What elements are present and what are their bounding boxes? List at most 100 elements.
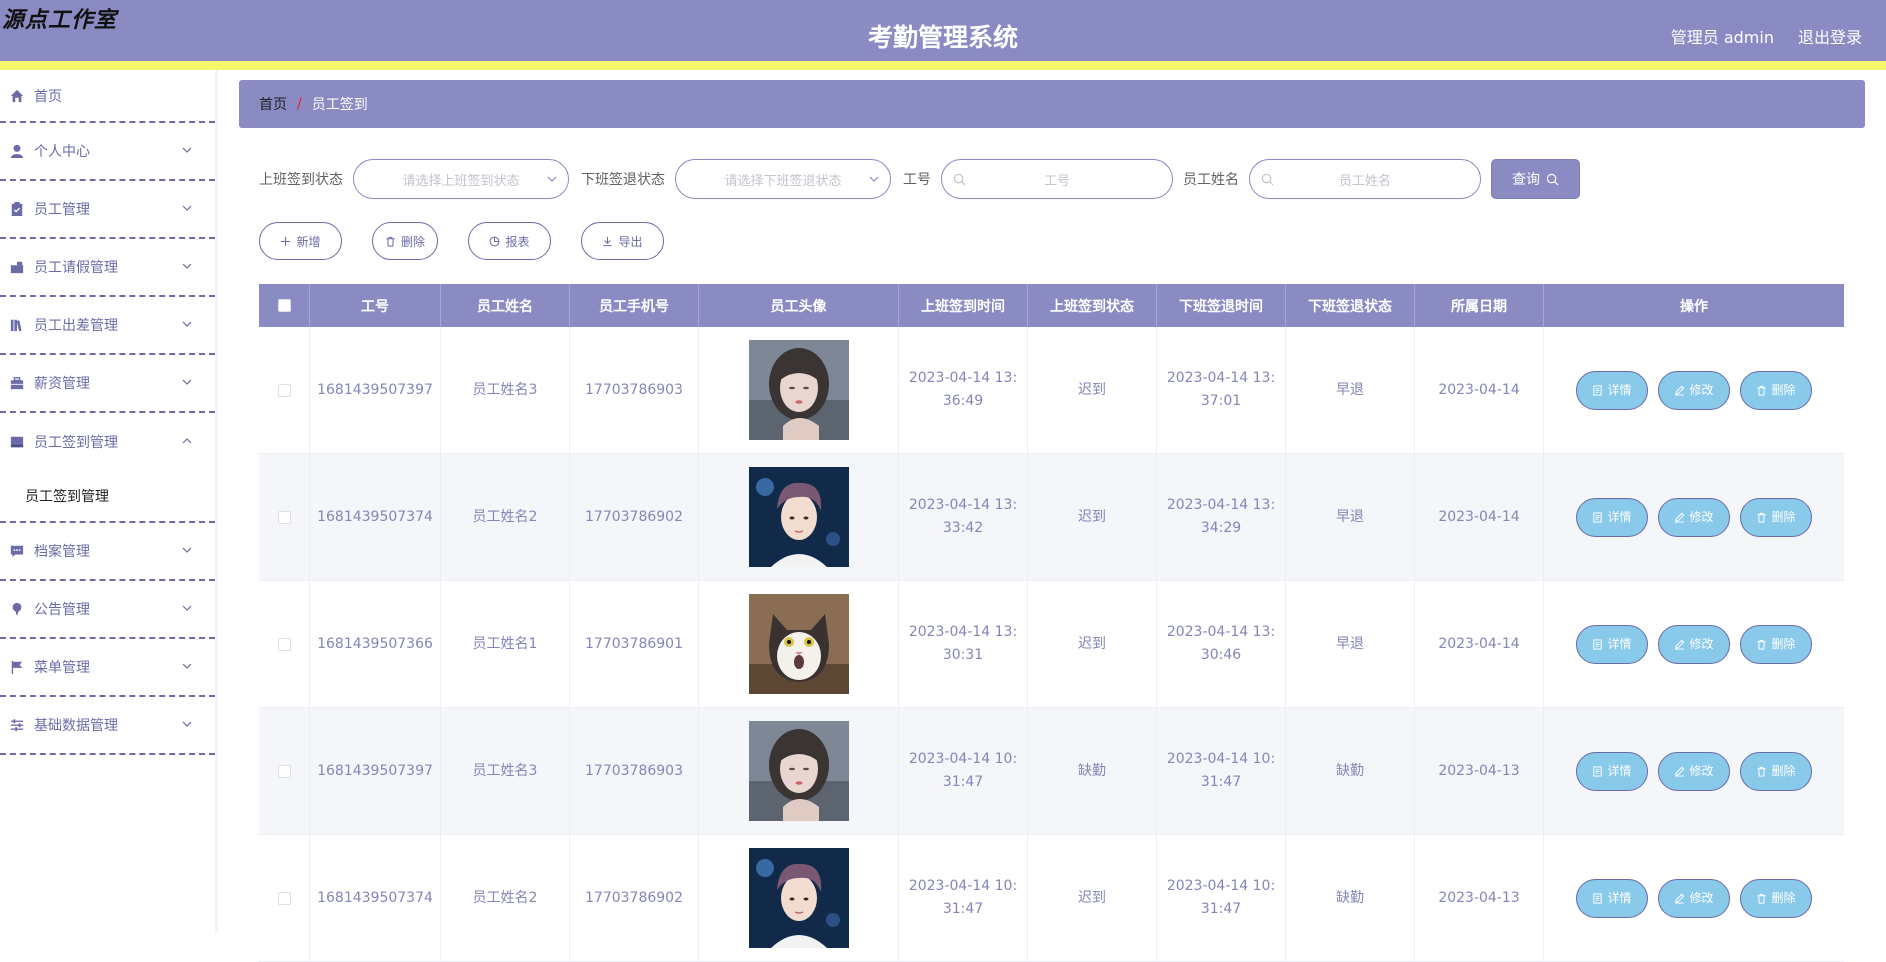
row-delete-button[interactable]: 删除 [1740, 751, 1812, 791]
sidebar-item-label: 员工签到管理 [34, 435, 118, 451]
name-input[interactable]: 员工姓名 [1249, 159, 1481, 199]
avatar-boy[interactable] [748, 467, 849, 567]
column-header[interactable]: 员工头像 [699, 284, 899, 327]
table-row: 1681439507397 员工姓名3 17703786903 2023-04-… [259, 708, 1844, 835]
add-button[interactable]: 新增 [259, 222, 342, 260]
detail-button[interactable]: 详情 [1576, 878, 1648, 918]
avatar-girl[interactable] [748, 721, 849, 821]
column-header[interactable]: 所属日期 [1415, 284, 1544, 327]
chevron-down-icon [181, 376, 193, 388]
cell-operations: 详情 修改 删除 [1544, 454, 1844, 580]
out-time-line: 2023-04-14 13: [1166, 624, 1276, 640]
row-checkbox[interactable] [277, 637, 291, 651]
row-delete-button[interactable]: 删除 [1740, 497, 1812, 537]
home-icon [10, 89, 24, 103]
sidebar-item-salary[interactable]: 薪资管理 [0, 355, 215, 413]
column-header[interactable]: 工号 [310, 284, 441, 327]
edit-button-label: 修改 [1689, 890, 1714, 905]
sidebar-item-menu[interactable]: 菜单管理 [0, 639, 215, 697]
row-checkbox[interactable] [277, 891, 291, 905]
row-delete-button[interactable]: 删除 [1740, 878, 1812, 918]
cell-avatar [699, 708, 899, 834]
row-delete-button[interactable]: 删除 [1740, 624, 1812, 664]
sidebar-item-basedata[interactable]: 基础数据管理 [0, 697, 215, 755]
cell-empno: 1681439507374 [310, 454, 441, 580]
detail-button[interactable]: 详情 [1576, 751, 1648, 791]
detail-button[interactable]: 详情 [1576, 624, 1648, 664]
avatar-boy[interactable] [748, 848, 849, 948]
download-icon [603, 236, 613, 246]
row-checkbox[interactable] [277, 383, 291, 397]
user-label[interactable]: 管理员 admin [1671, 24, 1774, 48]
column-header[interactable]: 员工手机号 [570, 284, 699, 327]
sidebar-item-label: 基础数据管理 [34, 718, 118, 734]
edit-button[interactable]: 修改 [1658, 751, 1730, 791]
sidebar-item-leave[interactable]: 员工请假管理 [0, 239, 215, 297]
sidebar-item-signin[interactable]: 员工签到管理 [0, 413, 215, 471]
breadcrumb-current: 员工签到 [311, 97, 368, 113]
pencil-icon [1675, 639, 1685, 650]
chevron-down-icon [181, 144, 193, 156]
chevron-down-icon [547, 176, 557, 182]
row-delete-button[interactable]: 删除 [1740, 370, 1812, 410]
cell-in-time: 2023-04-14 13: 36:49 [899, 327, 1028, 453]
column-header[interactable]: 上班签到时间 [899, 284, 1028, 327]
empno-input[interactable]: 工号 [941, 159, 1173, 199]
clipboard-icon [10, 202, 24, 216]
inbox-icon [10, 435, 24, 449]
name-label: 员工姓名 [1183, 172, 1239, 188]
column-header[interactable]: 下班签退状态 [1286, 284, 1415, 327]
report-button[interactable]: 报表 [468, 222, 551, 260]
out-status-select[interactable]: 请选择下班签退状态 [675, 159, 891, 199]
column-header[interactable]: 员工姓名 [441, 284, 570, 327]
cell-phone: 17703786901 [570, 581, 699, 707]
sidebar-divider [215, 70, 218, 933]
cell-phone: 17703786902 [570, 454, 699, 580]
sidebar-item-archive[interactable]: 档案管理 [0, 523, 215, 581]
cell-operations: 详情 修改 删除 [1544, 327, 1844, 453]
trash-icon [386, 236, 395, 247]
avatar-cat[interactable] [748, 594, 849, 694]
briefcase-icon [10, 260, 24, 274]
edit-button[interactable]: 修改 [1658, 624, 1730, 664]
sidebar-item-employee[interactable]: 员工管理 [0, 181, 215, 239]
logout-button[interactable]: 退出登录 [1798, 24, 1862, 48]
edit-button[interactable]: 修改 [1658, 497, 1730, 537]
detail-button[interactable]: 详情 [1576, 497, 1648, 537]
sidebar-item-profile[interactable]: 个人中心 [0, 123, 215, 181]
cell-name: 员工姓名2 [441, 454, 570, 580]
chevron-down-icon [181, 660, 193, 672]
table-body: 1681439507397 员工姓名3 17703786903 2023-04-… [259, 327, 1844, 962]
pencil-icon [1675, 512, 1685, 523]
table-row: 1681439507397 员工姓名3 17703786903 2023-04-… [259, 327, 1844, 454]
column-header[interactable]: 下班签退时间 [1157, 284, 1286, 327]
select-all-checkbox[interactable] [277, 299, 291, 312]
avatar-girl[interactable] [748, 340, 849, 440]
delete-button[interactable]: 删除 [372, 222, 438, 260]
trash-icon [1757, 766, 1767, 777]
report-button-label: 报表 [505, 234, 530, 249]
pie-chart-icon [490, 236, 500, 246]
cell-avatar [699, 454, 899, 580]
sidebar-item-home[interactable]: 首页 [0, 70, 215, 123]
table-row: 1681439507374 员工姓名2 17703786902 2023-04-… [259, 454, 1844, 581]
edit-button[interactable]: 修改 [1658, 878, 1730, 918]
cell-date: 2023-04-13 [1415, 708, 1544, 834]
row-checkbox[interactable] [277, 510, 291, 524]
pencil-icon [1675, 893, 1685, 904]
add-button-label: 新增 [296, 234, 321, 249]
breadcrumb-home[interactable]: 首页 [259, 94, 287, 114]
in-time-line: 2023-04-14 13: [908, 624, 1018, 640]
edit-button[interactable]: 修改 [1658, 370, 1730, 410]
sidebar-subitem-signin[interactable]: 员工签到管理 [0, 471, 215, 521]
empno-placeholder: 工号 [1043, 173, 1070, 189]
cell-out-time: 2023-04-14 10: 31:47 [1157, 835, 1286, 961]
query-button[interactable]: 查询 [1491, 159, 1580, 199]
row-checkbox[interactable] [277, 764, 291, 778]
sidebar-item-notice[interactable]: 公告管理 [0, 581, 215, 639]
in-status-select[interactable]: 请选择上班签到状态 [353, 159, 569, 199]
sidebar-item-trip[interactable]: 员工出差管理 [0, 297, 215, 355]
column-header[interactable]: 上班签到状态 [1028, 284, 1157, 327]
export-button[interactable]: 导出 [581, 222, 664, 260]
detail-button[interactable]: 详情 [1576, 370, 1648, 410]
